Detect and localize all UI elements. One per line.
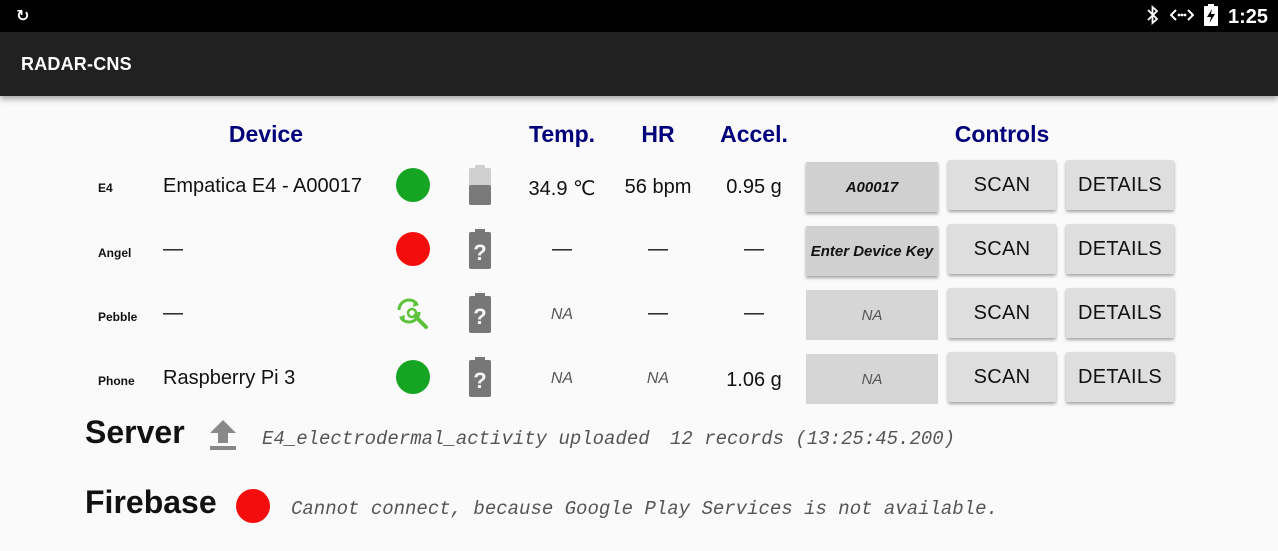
device-key-field: NA [806, 354, 938, 404]
device-key-button[interactable]: A00017 [806, 162, 938, 212]
battery-unknown-icon: ? [469, 293, 491, 338]
svg-text:?: ? [473, 368, 486, 393]
server-message: E4_electrodermal_activity uploaded [262, 428, 650, 450]
header-hr: HR [641, 121, 675, 147]
accel-value: 1.06 g [726, 369, 782, 391]
temp-value: — [552, 238, 572, 260]
svg-text:?: ? [473, 304, 486, 329]
details-button[interactable]: DETAILS [1066, 352, 1174, 402]
bluetooth-icon [1146, 4, 1160, 30]
battery-unknown-icon: ? [469, 229, 491, 274]
details-button[interactable]: DETAILS [1066, 160, 1174, 210]
temp-value: NA [550, 370, 574, 387]
scan-button[interactable]: SCAN [948, 352, 1056, 402]
device-name: — [163, 238, 183, 260]
device-key-field: NA [806, 290, 938, 340]
battery-unknown-icon: ? [469, 357, 491, 402]
data-sync-icon [1169, 5, 1195, 30]
battery-partial-icon [469, 165, 491, 210]
svg-text:?: ? [473, 240, 486, 265]
firebase-message: Cannot connect, because Google Play Serv… [291, 498, 998, 520]
temp-value: 34.9 ℃ [528, 178, 596, 200]
device-name: — [163, 302, 183, 324]
device-name: Raspberry Pi 3 [163, 367, 296, 389]
battery-charging-icon [1203, 4, 1218, 31]
status-searching-icon [395, 296, 429, 335]
details-button[interactable]: DETAILS [1066, 224, 1174, 274]
app-title: RADAR-CNS [21, 54, 132, 74]
accel-value: 0.95 g [726, 176, 782, 198]
status-connected-icon [396, 360, 430, 394]
server-title: Server [85, 414, 185, 450]
hr-value: 56 bpm [624, 176, 692, 198]
hr-value: — [648, 302, 668, 324]
device-type-label: Angel [98, 246, 132, 260]
app-bar: RADAR-CNS [0, 32, 1278, 96]
upload-icon [209, 419, 237, 456]
status-time: 1:25 [1227, 6, 1268, 28]
cast-icon: ↻ [16, 6, 30, 25]
device-key-button[interactable]: Enter Device Key [806, 226, 938, 276]
scan-button[interactable]: SCAN [948, 160, 1056, 210]
header-device: Device [228, 121, 304, 147]
status-connected-icon [396, 168, 430, 202]
accel-value: — [744, 302, 764, 324]
firebase-status-icon [236, 489, 270, 523]
accel-value: — [744, 238, 764, 260]
firebase-title: Firebase [85, 484, 217, 520]
hr-value: — [648, 238, 668, 260]
device-type-label: Pebble [98, 310, 138, 324]
status-icons: 1:25 [1146, 4, 1268, 31]
scan-button[interactable]: SCAN [948, 224, 1056, 274]
details-button[interactable]: DETAILS [1066, 288, 1174, 338]
header-accel: Accel. [720, 121, 788, 147]
device-name: Empatica E4 - A00017 [163, 175, 363, 197]
scan-button[interactable]: SCAN [948, 288, 1056, 338]
device-type-label: Phone [98, 374, 135, 388]
device-type-label: E4 [98, 181, 113, 195]
status-bar: ↻ 1:25 [0, 0, 1278, 32]
server-records: 12 records (13:25:45.200) [670, 428, 956, 450]
hr-value: NA [646, 370, 670, 387]
status-disconnected-icon [396, 232, 430, 266]
temp-value: NA [550, 306, 574, 323]
header-controls: Controls [954, 121, 1050, 147]
header-temp: Temp. [528, 121, 596, 147]
